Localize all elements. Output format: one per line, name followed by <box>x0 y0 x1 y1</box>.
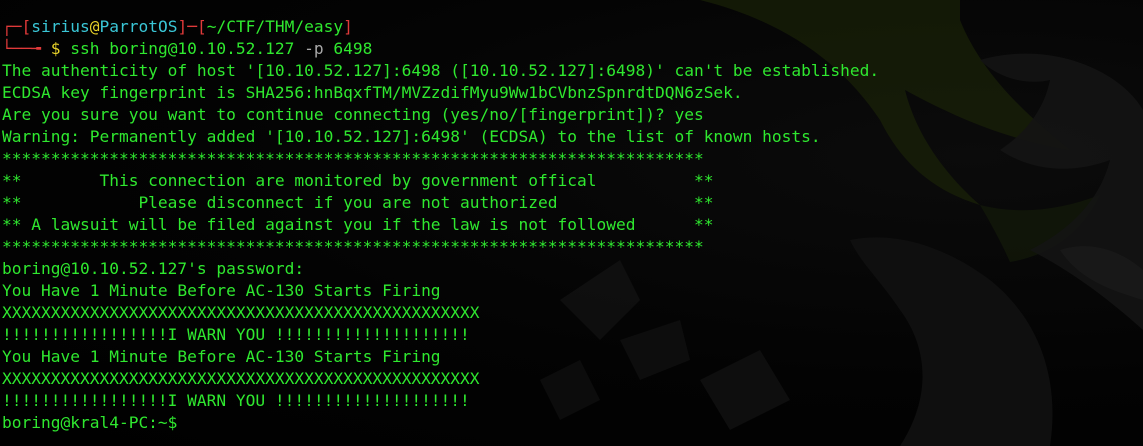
prompt-host: ParrotOS <box>99 17 178 36</box>
command-port: 6498 <box>323 39 373 58</box>
output-line: XXXXXXXXXXXXXXXXXXXXXXXXXXXXXXXXXXXXXXXX… <box>2 303 480 322</box>
prompt-path: ~/CTF/THM/easy <box>206 17 344 36</box>
prompt-arrow: └──╼ <box>2 39 41 58</box>
banner-line: ** This connection are monitored by gove… <box>2 171 714 190</box>
output-line: The authenticity of host '[10.10.52.127]… <box>2 61 880 80</box>
output-line: Are you sure you want to continue connec… <box>2 105 704 124</box>
prompt-bracket-close: ] <box>343 17 353 36</box>
output-line: !!!!!!!!!!!!!!!!!I WARN YOU !!!!!!!!!!!!… <box>2 391 470 410</box>
terminal-output[interactable]: ┌─[sirius@ParrotOS]─[~/CTF/THM/easy] └──… <box>2 0 1143 434</box>
banner-border: ****************************************… <box>2 149 704 168</box>
prompt-line-2: └──╼ $ ssh boring@10.10.52.127 -p 6498 <box>2 38 1143 60</box>
output-line: You Have 1 Minute Before AC-130 Starts F… <box>2 281 441 300</box>
prompt-bracket-open: ┌─[ <box>2 17 32 36</box>
prompt-line-1: ┌─[sirius@ParrotOS]─[~/CTF/THM/easy] <box>2 16 1143 38</box>
prompt-dollar: $ <box>40 39 71 58</box>
output-line: Warning: Permanently added '[10.10.52.12… <box>2 127 821 146</box>
output-line: XXXXXXXXXXXXXXXXXXXXXXXXXXXXXXXXXXXXXXXX… <box>2 369 480 388</box>
banner-line: ** Please disconnect if you are not auth… <box>2 193 714 212</box>
command-text: ssh boring@10.10.52.127 <box>70 39 305 58</box>
banner-border: ****************************************… <box>2 237 704 256</box>
password-prompt: boring@10.10.52.127's password: <box>2 259 305 278</box>
output-line: ECDSA key fingerprint is SHA256:hnBqxfTM… <box>2 83 743 102</box>
banner-line: ** A lawsuit will be filed against you i… <box>2 215 714 234</box>
shell-prompt[interactable]: boring@kral4-PC:~$ <box>2 412 1143 434</box>
prompt-bracket-mid: ]─[ <box>177 17 207 36</box>
prompt-user: sirius <box>31 17 90 36</box>
terminal-window[interactable]: ┌─[sirius@ParrotOS]─[~/CTF/THM/easy] └──… <box>0 0 1143 446</box>
output-line: !!!!!!!!!!!!!!!!!I WARN YOU !!!!!!!!!!!!… <box>2 325 470 344</box>
command-flag: -p <box>304 39 324 58</box>
truncated-previous-line <box>2 0 1143 16</box>
output-line: You Have 1 Minute Before AC-130 Starts F… <box>2 347 441 366</box>
